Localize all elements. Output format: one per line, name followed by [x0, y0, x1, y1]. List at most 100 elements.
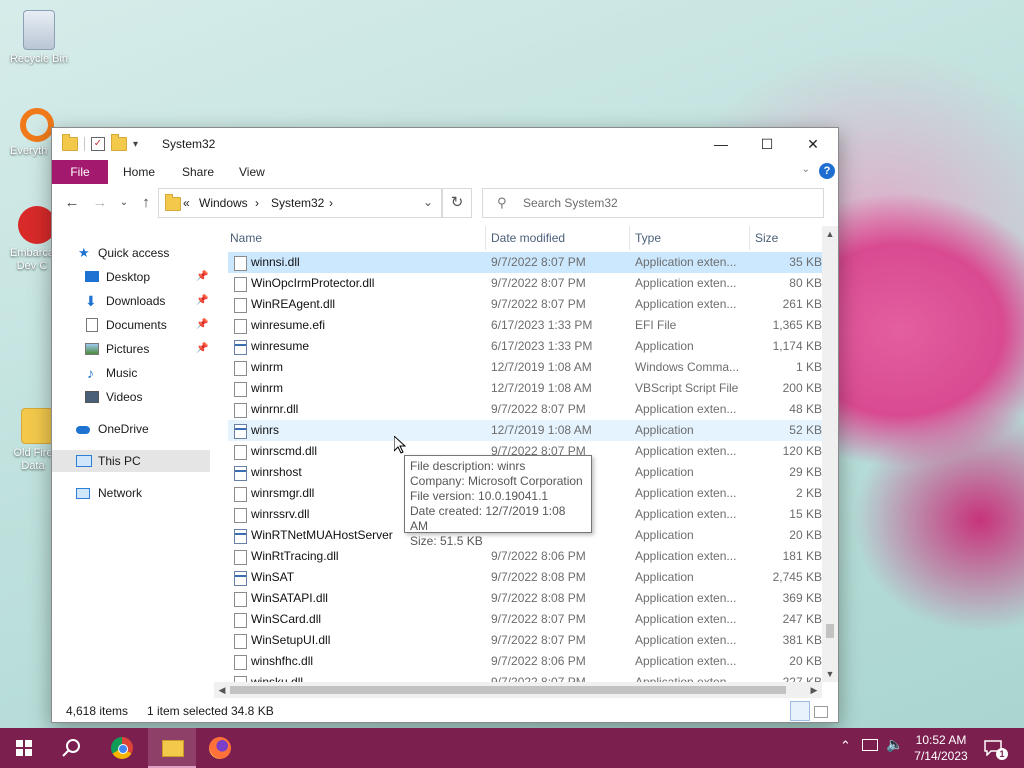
- selection-count: 1 item selected: [147, 704, 228, 718]
- taskbar-search-button[interactable]: [48, 728, 96, 768]
- cloud-icon: [76, 426, 90, 434]
- pin-icon[interactable]: 📌: [196, 266, 208, 288]
- recent-locations-chevron-icon[interactable]: ⌄: [114, 194, 134, 212]
- tooltip-size: Size: 51.5 KB: [410, 534, 483, 548]
- table-row[interactable]: winrs 12/7/2019 1:08 AM Application 52 KB: [228, 420, 822, 441]
- pin-icon[interactable]: 📌: [196, 314, 208, 336]
- close-button[interactable]: ✕: [790, 128, 836, 160]
- column-header-name[interactable]: Name: [230, 228, 262, 248]
- column-header-date-modified[interactable]: Date modified: [491, 228, 565, 248]
- taskbar-file-explorer[interactable]: [148, 728, 196, 768]
- nav-quick-access[interactable]: ★ Quick access: [52, 242, 210, 264]
- up-arrow-icon[interactable]: ↑: [136, 194, 156, 212]
- nav-documents[interactable]: Documents 📌: [52, 314, 210, 336]
- mouse-cursor-icon: [394, 436, 406, 454]
- table-row[interactable]: winrm 12/7/2019 1:08 AM VBScript Script Fi…: [228, 378, 822, 399]
- network-icon[interactable]: [862, 739, 878, 751]
- tab-file[interactable]: File: [52, 160, 108, 184]
- title-bar[interactable]: ✓ ▾ System32 — ☐ ✕: [52, 128, 838, 160]
- ribbon-tabs: File Home Share View ⌄ ?: [52, 160, 838, 184]
- computer-icon: [76, 455, 92, 467]
- notification-center-button[interactable]: 1: [976, 728, 1024, 768]
- address-bar[interactable]: « Windows › System32 › ⌄: [158, 188, 442, 218]
- customize-toolbar-chevron-icon[interactable]: ▾: [133, 139, 138, 150]
- breadcrumb-overflow[interactable]: «: [183, 196, 190, 210]
- horizontal-scrollbar[interactable]: ◀ ▶: [214, 682, 822, 698]
- table-row[interactable]: winrm 12/7/2019 1:08 AM Windows Comma... 1 …: [228, 357, 822, 378]
- window-title: System32: [162, 137, 216, 151]
- file-tooltip: File description: winrs Company: Microso…: [404, 455, 592, 548]
- breadcrumb-separator[interactable]: ›: [255, 196, 259, 210]
- dll-file-icon: [234, 445, 247, 460]
- column-header-type[interactable]: Type: [635, 228, 661, 248]
- table-row[interactable]: WinSATAPI.dll 9/7/2022 8:08 PM Application…: [228, 588, 822, 609]
- refresh-icon[interactable]: ↻: [442, 188, 472, 218]
- nav-onedrive[interactable]: OneDrive: [52, 418, 210, 440]
- show-hidden-icons-chevron-icon[interactable]: ⌃: [840, 738, 851, 754]
- tab-view[interactable]: View: [239, 160, 265, 184]
- scrollbar-thumb[interactable]: [826, 624, 834, 638]
- table-row[interactable]: WinOpcIrmProtector.dll 9/7/2022 8:07 PM Ap…: [228, 273, 822, 294]
- nav-desktop[interactable]: Desktop 📌: [52, 266, 210, 288]
- tooltip-company: Company: Microsoft Corporation: [410, 474, 583, 488]
- breadcrumb-windows[interactable]: Windows: [199, 196, 248, 210]
- scrollbar-thumb[interactable]: [230, 686, 786, 694]
- table-row[interactable]: WinRtTracing.dll 9/7/2022 8:06 PM Applicat…: [228, 546, 822, 567]
- selection-size: 34.8 KB: [231, 704, 274, 718]
- taskbar-chrome[interactable]: [98, 728, 146, 768]
- table-row[interactable]: winresume 6/17/2023 1:33 PM Application 1,1…: [228, 336, 822, 357]
- start-button[interactable]: [0, 728, 48, 768]
- search-input[interactable]: ⚲ Search System32: [482, 188, 824, 218]
- tab-share[interactable]: Share: [182, 160, 214, 184]
- taskbar-clock[interactable]: 10:52 AM 7/14/2023: [906, 732, 976, 764]
- table-row[interactable]: WinSAT 9/7/2022 8:08 PM Application 2,745 K…: [228, 567, 822, 588]
- table-row[interactable]: winshfhc.dll 9/7/2022 8:06 PM Application …: [228, 651, 822, 672]
- help-icon[interactable]: ?: [819, 163, 835, 179]
- nav-videos[interactable]: Videos: [52, 386, 210, 408]
- scroll-up-arrow-icon[interactable]: ▲: [822, 226, 838, 242]
- scroll-right-arrow-icon[interactable]: ▶: [806, 682, 822, 698]
- nav-this-pc[interactable]: This PC: [52, 450, 210, 472]
- pin-icon[interactable]: 📌: [196, 290, 208, 312]
- scroll-left-arrow-icon[interactable]: ◀: [214, 682, 230, 698]
- taskbar-firefox[interactable]: [196, 728, 244, 768]
- breadcrumb-system32[interactable]: System32: [271, 196, 324, 210]
- table-row[interactable]: winresume.efi 6/17/2023 1:33 PM EFI File 1,…: [228, 315, 822, 336]
- vertical-scrollbar[interactable]: ▲ ▼: [822, 226, 838, 682]
- minimize-button[interactable]: —: [698, 128, 744, 160]
- volume-muted-icon[interactable]: 🔈: [886, 736, 903, 753]
- column-header-size[interactable]: Size: [755, 228, 778, 248]
- desktop-icon-recycle-bin[interactable]: Recycle Bin: [2, 10, 76, 66]
- nav-downloads[interactable]: ⬇ Downloads 📌: [52, 290, 210, 312]
- table-row[interactable]: winsku.dll 9/7/2022 8:07 PM Application ex…: [228, 672, 822, 682]
- address-history-chevron-icon[interactable]: ⌄: [423, 195, 433, 209]
- forward-arrow-icon[interactable]: →: [90, 194, 110, 212]
- search-icon: [62, 739, 80, 757]
- table-row[interactable]: WinSCard.dll 9/7/2022 8:07 PM Application …: [228, 609, 822, 630]
- maximize-button[interactable]: ☐: [744, 128, 790, 160]
- new-folder-icon[interactable]: [111, 134, 127, 151]
- expand-ribbon-chevron-icon[interactable]: ⌄: [802, 164, 810, 175]
- table-row[interactable]: WinREAgent.dll 9/7/2022 8:07 PM Applicatio…: [228, 294, 822, 315]
- table-row[interactable]: WinSetupUI.dll 9/7/2022 8:07 PM Applicatio…: [228, 630, 822, 651]
- pin-icon[interactable]: 📌: [196, 338, 208, 360]
- system-tray: ⌃ 🔈: [838, 728, 908, 768]
- breadcrumb-separator[interactable]: ›: [329, 196, 333, 210]
- desktop-icon-label: Recycle Bin: [9, 53, 69, 65]
- nav-pictures[interactable]: Pictures 📌: [52, 338, 210, 360]
- download-arrow-icon: ⬇: [85, 293, 97, 309]
- application-icon: [234, 571, 247, 586]
- large-icons-view-icon[interactable]: [814, 706, 828, 718]
- properties-icon[interactable]: ✓: [91, 137, 105, 151]
- nav-network[interactable]: Network: [52, 482, 210, 504]
- windows-logo-icon: [16, 740, 32, 756]
- tab-home[interactable]: Home: [123, 160, 155, 184]
- table-row[interactable]: winrnr.dll 9/7/2022 8:07 PM Application ex…: [228, 399, 822, 420]
- details-view-icon[interactable]: [790, 701, 810, 721]
- nav-music[interactable]: ♪ Music: [52, 362, 210, 384]
- back-arrow-icon[interactable]: ←: [62, 194, 82, 212]
- table-row[interactable]: winnsi.dll 9/7/2022 8:07 PM Application ex…: [228, 252, 822, 273]
- notification-count-badge: 1: [996, 748, 1008, 760]
- star-icon: ★: [78, 245, 90, 260]
- scroll-down-arrow-icon[interactable]: ▼: [822, 666, 838, 682]
